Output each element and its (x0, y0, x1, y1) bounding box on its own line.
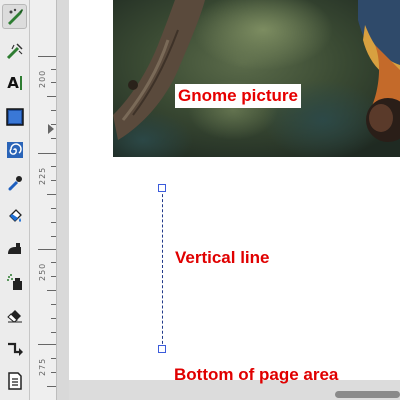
tweak-tool-button[interactable] (2, 38, 27, 63)
text-tool-icon: A (7, 76, 22, 91)
vertical-line-guide[interactable] (162, 189, 163, 349)
spray-tool-button[interactable] (2, 269, 27, 294)
ruler-minor-tick (51, 236, 56, 237)
ruler-major-tick (38, 153, 56, 154)
ruler-minor-tick (51, 180, 56, 181)
connector-tool-icon (7, 342, 23, 356)
ruler-major-tick (38, 249, 56, 250)
ruler-minor-tick (51, 69, 56, 70)
ruler-label: 200 (38, 69, 47, 88)
ruler-mid-tick (47, 96, 56, 97)
connector-tool-button[interactable] (2, 335, 27, 360)
horizontal-scrollbar[interactable] (335, 391, 400, 398)
document-properties-button[interactable] (2, 368, 27, 393)
dropper-tool-button[interactable] (2, 170, 27, 195)
document-icon (7, 371, 22, 390)
text-cursor-mark (19, 76, 22, 90)
vertical-line-label: Vertical line (175, 248, 270, 267)
ruler-position-marker (48, 124, 54, 134)
ruler-minor-tick (51, 358, 56, 359)
spray-tool-icon (6, 273, 22, 290)
gnome-picture[interactable] (113, 0, 400, 157)
ruler-minor-tick (51, 332, 56, 333)
vertical-ruler[interactable]: 200 225 250 275 (30, 0, 57, 400)
text-tool-glyph: A (7, 74, 19, 92)
ruler-mid-tick (47, 290, 56, 291)
ruler-minor-tick (51, 372, 56, 373)
rectangle-tool-button[interactable] (2, 104, 27, 129)
line-top-handle[interactable] (158, 184, 166, 192)
ruler-label: 275 (38, 357, 47, 376)
image-annotation-label: Gnome picture (175, 84, 301, 108)
rectangle-tool-icon (5, 107, 24, 126)
line-bottom-handle[interactable] (158, 345, 166, 353)
node-edit-icon (7, 8, 23, 25)
node-edit-tool-button[interactable] (2, 4, 27, 29)
paint-bucket-button[interactable] (2, 203, 27, 228)
tweak-tool-icon (6, 42, 23, 59)
pen-tool-button[interactable] (2, 236, 27, 261)
ruler-minor-tick (51, 222, 56, 223)
ruler-minor-tick (51, 82, 56, 83)
spiral-tool-icon (6, 141, 23, 158)
ruler-minor-tick (51, 110, 56, 111)
gnome-photo-image (113, 0, 400, 157)
dropper-tool-icon (8, 175, 22, 190)
ruler-mid-tick (47, 194, 56, 195)
ruler-label: 250 (38, 262, 47, 281)
text-tool-button[interactable]: A (2, 71, 27, 96)
ruler-minor-tick (51, 318, 56, 319)
ruler-mid-tick (47, 386, 56, 387)
ruler-minor-tick (51, 304, 56, 305)
ruler-minor-tick (51, 262, 56, 263)
paint-bucket-icon (8, 208, 22, 222)
ruler-minor-tick (51, 138, 56, 139)
pen-tool-icon (7, 242, 21, 254)
eraser-tool-icon (6, 309, 22, 323)
ruler-minor-tick (51, 276, 56, 277)
ruler-label: 225 (38, 166, 47, 185)
ruler-major-tick (38, 56, 56, 57)
ruler-major-tick (38, 344, 56, 345)
ruler-minor-tick (51, 166, 56, 167)
page-bottom-label: Bottom of page area (174, 365, 339, 384)
spiral-tool-button[interactable] (2, 137, 27, 162)
ruler-minor-tick (51, 208, 56, 209)
eraser-tool-button[interactable] (2, 302, 27, 327)
toolbox: A (0, 0, 30, 400)
